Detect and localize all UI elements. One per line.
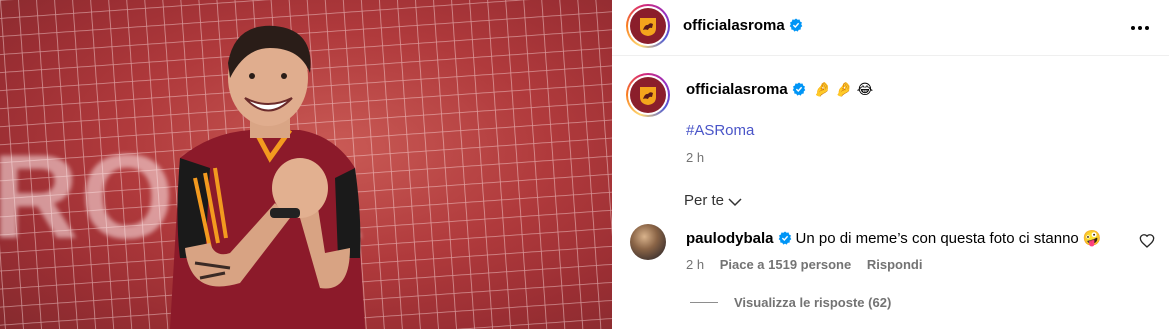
post-header: officialasroma [612, 0, 1169, 56]
player-figure [170, 25, 365, 329]
verified-badge-icon [789, 18, 803, 32]
chevron-down-icon [728, 198, 742, 207]
commenter-avatar[interactable] [630, 224, 666, 260]
pinched-fingers-emoji: 🤌 [835, 81, 853, 97]
account-avatar[interactable] [626, 4, 670, 48]
comment-username[interactable]: paulodybala [686, 230, 774, 247]
pinched-fingers-emoji: 🤌 [813, 81, 832, 97]
view-replies-button[interactable]: Visualizza le risposte (62) [690, 295, 891, 310]
comment-sort-dropdown[interactable]: Per te [684, 192, 742, 209]
hashtag-link[interactable]: #ASRoma [686, 122, 754, 139]
laughing-emoji: 😂 [856, 81, 874, 97]
more-horizontal-icon[interactable] [1128, 18, 1152, 38]
header-username[interactable]: officialasroma [683, 17, 803, 34]
comment-likes-link[interactable]: Piace a 1519 persone [720, 257, 852, 272]
verified-badge-icon [792, 82, 806, 96]
reply-button[interactable]: Rispondi [867, 257, 923, 272]
view-replies-label: Visualizza le risposte (62) [734, 295, 892, 310]
sort-label: Per te [684, 192, 725, 209]
caption-avatar[interactable] [626, 73, 670, 117]
caption-timestamp: 2 h [686, 150, 705, 165]
replies-divider [690, 302, 718, 303]
comment-meta: 2 h Piace a 1519 persone Rispondi [686, 257, 934, 272]
heart-icon[interactable] [1139, 233, 1155, 249]
caption-username[interactable]: officialasroma [686, 81, 788, 98]
asroma-logo-icon [630, 8, 666, 44]
comment-timestamp: 2 h [686, 257, 705, 272]
asroma-logo-icon [630, 77, 666, 113]
comment-text: Un po di meme’s con questa foto ci stann… [795, 230, 1102, 247]
post-image: ROMA [0, 0, 612, 329]
verified-badge-icon [778, 231, 791, 245]
post-details-panel: officialasroma officialasroma 🤌 🤌 😂 #ASRom… [612, 0, 1169, 329]
caption-line: officialasroma 🤌 🤌 😂 [686, 81, 873, 98]
comment: paulodybala Un po di meme’s con questa fo… [686, 229, 1102, 247]
